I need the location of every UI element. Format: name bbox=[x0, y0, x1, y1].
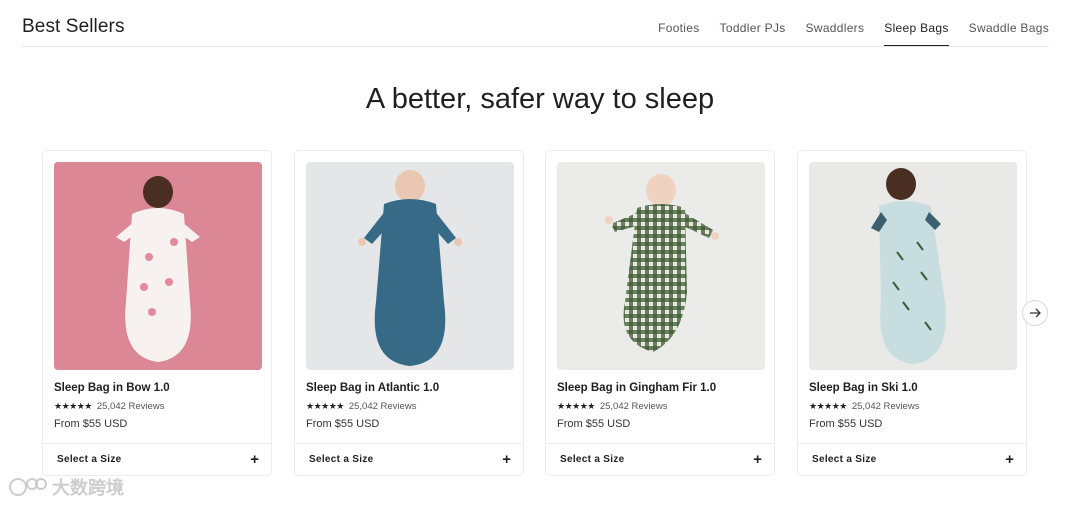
select-size-button[interactable]: Select a Size + bbox=[798, 443, 1026, 475]
watermark: 大数跨境 bbox=[8, 474, 124, 500]
baby-sleep-bag-photo bbox=[809, 162, 1017, 370]
review-count[interactable]: 25,042 Reviews bbox=[852, 401, 920, 412]
product-card[interactable]: Sleep Bag in Gingham Fir 1.0 ★★★★★ 25,04… bbox=[545, 150, 775, 476]
product-rating: ★★★★★ 25,042 Reviews bbox=[54, 401, 164, 412]
tab-swaddle-bags[interactable]: Swaddle Bags bbox=[969, 21, 1049, 46]
product-card[interactable]: Sleep Bag in Bow 1.0 ★★★★★ 25,042 Review… bbox=[42, 150, 272, 476]
page-headline: A better, safer way to sleep bbox=[365, 83, 715, 115]
star-rating-icon: ★★★★★ bbox=[809, 401, 847, 411]
review-count[interactable]: 25,042 Reviews bbox=[600, 401, 668, 412]
category-tabs: Footies Toddler PJs Swaddlers Sleep Bags… bbox=[658, 21, 1049, 46]
section-header: Best Sellers Footies Toddler PJs Swaddle… bbox=[22, 0, 1049, 47]
select-size-label: Select a Size bbox=[57, 454, 122, 465]
product-image[interactable] bbox=[809, 162, 1017, 370]
carousel-next-button[interactable] bbox=[1022, 300, 1048, 326]
product-price: From $55 USD bbox=[54, 418, 128, 430]
product-title[interactable]: Sleep Bag in Atlantic 1.0 bbox=[306, 382, 439, 394]
product-title[interactable]: Sleep Bag in Ski 1.0 bbox=[809, 382, 918, 394]
watermark-text: 大数跨境 bbox=[52, 478, 124, 498]
product-price: From $55 USD bbox=[306, 418, 380, 430]
product-image[interactable] bbox=[557, 162, 765, 370]
tab-sleep-bags[interactable]: Sleep Bags bbox=[884, 21, 949, 46]
section-title: Best Sellers bbox=[22, 16, 125, 37]
baby-sleep-bag-photo bbox=[54, 162, 262, 370]
watermark-logo bbox=[9, 478, 47, 496]
product-card[interactable]: Sleep Bag in Ski 1.0 ★★★★★ 25,042 Review… bbox=[797, 150, 1027, 476]
select-size-label: Select a Size bbox=[560, 454, 625, 465]
review-count[interactable]: 25,042 Reviews bbox=[349, 401, 417, 412]
product-image[interactable] bbox=[306, 162, 514, 370]
arrow-right-icon bbox=[1030, 308, 1041, 318]
product-rating: ★★★★★ 25,042 Reviews bbox=[306, 401, 416, 412]
product-rating: ★★★★★ 25,042 Reviews bbox=[809, 401, 919, 412]
select-size-label: Select a Size bbox=[309, 454, 374, 465]
select-size-button[interactable]: Select a Size + bbox=[295, 443, 523, 475]
product-price: From $55 USD bbox=[809, 418, 883, 430]
plus-icon: + bbox=[502, 451, 511, 468]
select-size-button[interactable]: Select a Size + bbox=[43, 443, 271, 475]
product-rating: ★★★★★ 25,042 Reviews bbox=[557, 401, 667, 412]
select-size-button[interactable]: Select a Size + bbox=[546, 443, 774, 475]
product-image[interactable] bbox=[54, 162, 262, 370]
tab-footies[interactable]: Footies bbox=[658, 21, 699, 46]
star-rating-icon: ★★★★★ bbox=[306, 401, 344, 411]
tab-swaddlers[interactable]: Swaddlers bbox=[806, 21, 865, 46]
product-title[interactable]: Sleep Bag in Gingham Fir 1.0 bbox=[557, 382, 716, 394]
plus-icon: + bbox=[1005, 451, 1014, 468]
product-title[interactable]: Sleep Bag in Bow 1.0 bbox=[54, 382, 170, 394]
product-price: From $55 USD bbox=[557, 418, 631, 430]
plus-icon: + bbox=[753, 451, 762, 468]
star-rating-icon: ★★★★★ bbox=[54, 401, 92, 411]
tab-toddler-pjs[interactable]: Toddler PJs bbox=[720, 21, 786, 46]
product-carousel: Sleep Bag in Bow 1.0 ★★★★★ 25,042 Review… bbox=[42, 150, 1032, 476]
review-count[interactable]: 25,042 Reviews bbox=[97, 401, 165, 412]
select-size-label: Select a Size bbox=[812, 454, 877, 465]
baby-sleep-bag-photo bbox=[557, 162, 765, 370]
plus-icon: + bbox=[250, 451, 259, 468]
product-card[interactable]: Sleep Bag in Atlantic 1.0 ★★★★★ 25,042 R… bbox=[294, 150, 524, 476]
star-rating-icon: ★★★★★ bbox=[557, 401, 595, 411]
baby-sleep-bag-photo bbox=[306, 162, 514, 370]
